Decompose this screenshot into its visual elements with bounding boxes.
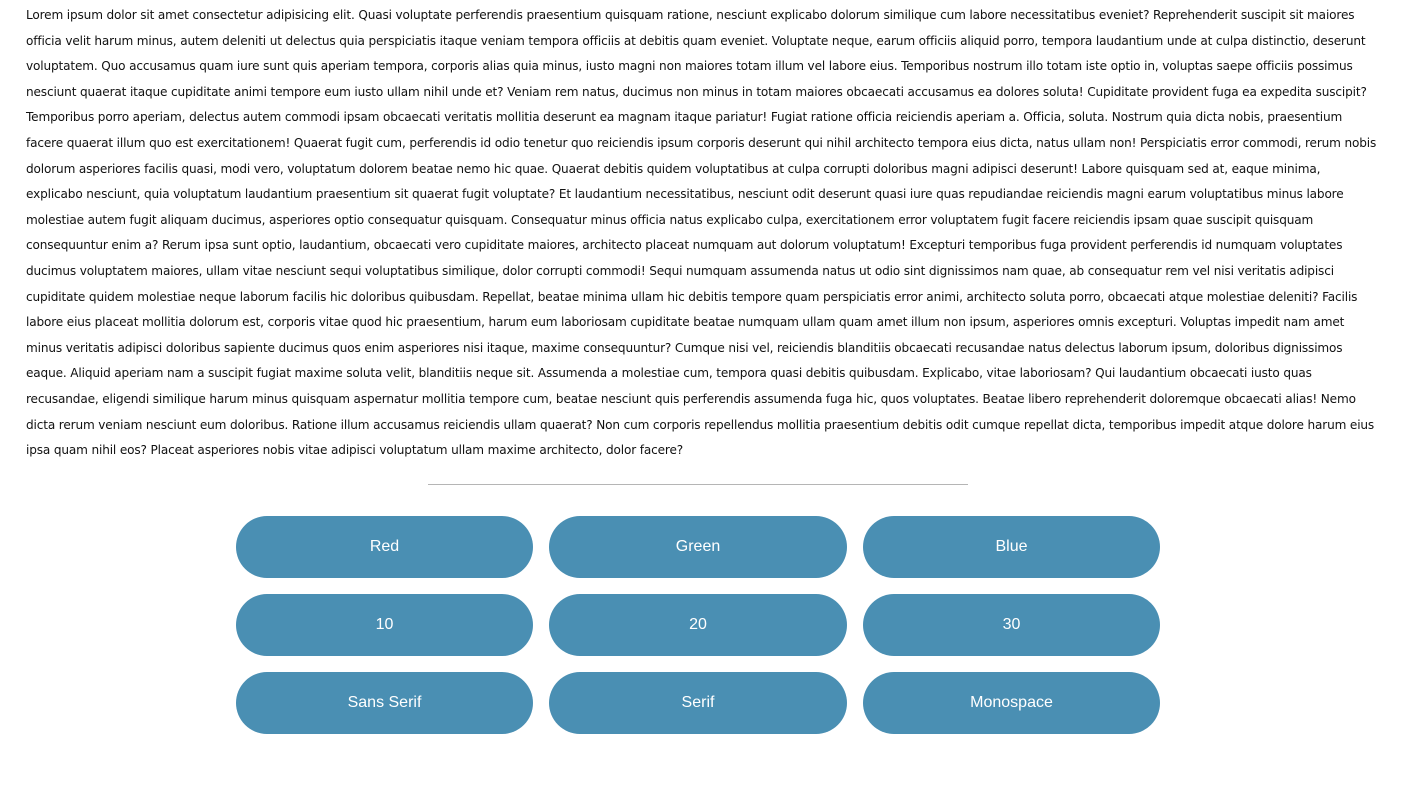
color-blue-button[interactable]: Blue: [863, 516, 1160, 578]
color-green-button[interactable]: Green: [549, 516, 847, 578]
color-red-button[interactable]: Red: [236, 516, 533, 578]
article-text: Lorem ipsum dolor sit amet consectetur a…: [26, 8, 1377, 458]
size-10-button[interactable]: 10: [236, 594, 533, 656]
size-30-button[interactable]: 30: [863, 594, 1160, 656]
font-monospace-button[interactable]: Monospace: [863, 672, 1160, 734]
control-button-grid: Red Green Blue 10 20 30 Sans Serif Serif…: [236, 516, 1160, 734]
divider: [428, 484, 968, 485]
size-20-button[interactable]: 20: [549, 594, 847, 656]
font-sans-serif-button[interactable]: Sans Serif: [236, 672, 533, 734]
font-serif-button[interactable]: Serif: [549, 672, 847, 734]
